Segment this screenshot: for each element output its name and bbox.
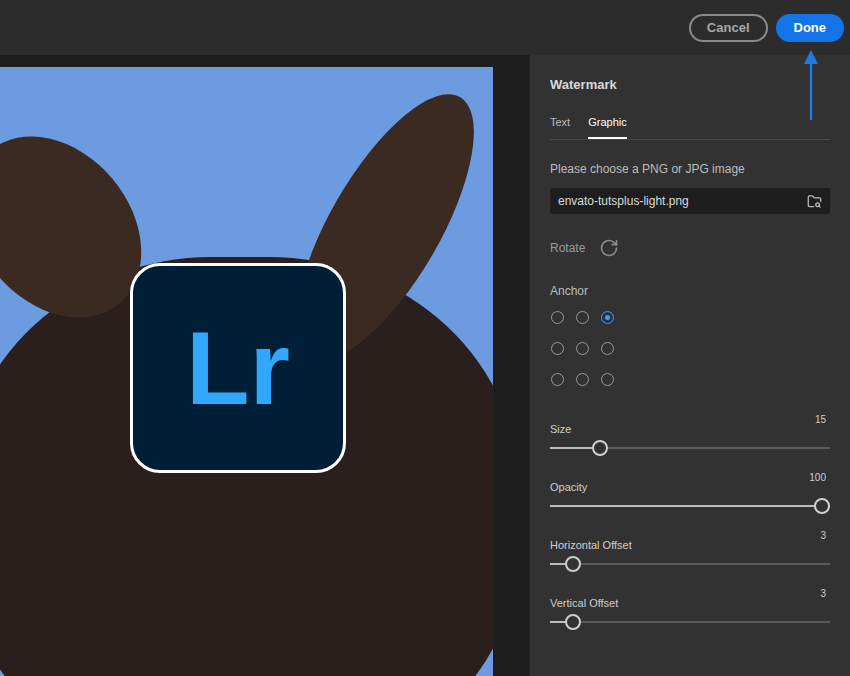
- anchor-radio[interactable]: [601, 311, 614, 324]
- slider-row: Size 15: [550, 414, 830, 458]
- slider-label: Opacity: [550, 472, 587, 494]
- anchor-radio[interactable]: [576, 373, 589, 386]
- anchor-radio[interactable]: [551, 342, 564, 355]
- rotate-icon[interactable]: [599, 238, 619, 258]
- slider-label: Size: [550, 414, 571, 436]
- slider-value: 3: [820, 530, 830, 542]
- top-bar: Cancel Done: [0, 0, 850, 55]
- slider-value: 100: [809, 472, 830, 484]
- slider-track[interactable]: [550, 554, 830, 574]
- slider-row: Vertical Offset 3: [550, 588, 830, 632]
- slider-label: Horizontal Offset: [550, 530, 632, 552]
- anchor-grid: [551, 311, 830, 386]
- slider-thumb[interactable]: [565, 556, 581, 572]
- slider-track[interactable]: [550, 438, 830, 458]
- slider-value: 15: [815, 414, 830, 426]
- tab[interactable]: Graphic: [588, 115, 627, 139]
- file-field[interactable]: envato-tutsplus-light.png: [550, 188, 830, 214]
- slider-label: Vertical Offset: [550, 588, 618, 610]
- annotation-arrow-icon: [802, 50, 820, 122]
- anchor-radio[interactable]: [601, 342, 614, 355]
- slider-value: 3: [820, 588, 830, 600]
- folder-browse-icon[interactable]: [807, 194, 822, 209]
- app: Cancel Done Lr Watermark Text Graphic Please c…: [0, 0, 850, 676]
- anchor-radio[interactable]: [551, 311, 564, 324]
- photo: Lr: [0, 67, 493, 676]
- watermark-panel: Watermark Text Graphic Please choose a PNG …: [530, 55, 850, 676]
- tab[interactable]: Text: [550, 115, 570, 139]
- slider-track[interactable]: [550, 612, 830, 632]
- canvas: Lr: [0, 55, 493, 676]
- slider-row: Opacity 100: [550, 472, 830, 516]
- body: Lr Watermark Text Graphic Please choose a PN…: [0, 55, 850, 676]
- anchor-label: Anchor: [550, 284, 830, 299]
- panel-title: Watermark: [550, 77, 830, 93]
- anchor-radio[interactable]: [576, 342, 589, 355]
- done-button[interactable]: Done: [776, 14, 845, 42]
- anchor-radio[interactable]: [576, 311, 589, 324]
- slider-thumb[interactable]: [565, 614, 581, 630]
- rotate-label: Rotate: [550, 239, 585, 257]
- slider-track[interactable]: [550, 496, 830, 516]
- tab-bar: Text Graphic: [550, 115, 830, 140]
- anchor-radio[interactable]: [551, 373, 564, 386]
- cancel-button[interactable]: Cancel: [689, 14, 768, 42]
- anchor-radio[interactable]: [601, 373, 614, 386]
- slider-thumb[interactable]: [592, 440, 608, 456]
- file-prompt: Please choose a PNG or JPG image: [550, 162, 830, 177]
- slider-row: Horizontal Offset 3: [550, 530, 830, 574]
- slider-thumb[interactable]: [814, 498, 830, 514]
- watermark-logo: Lr: [130, 263, 346, 473]
